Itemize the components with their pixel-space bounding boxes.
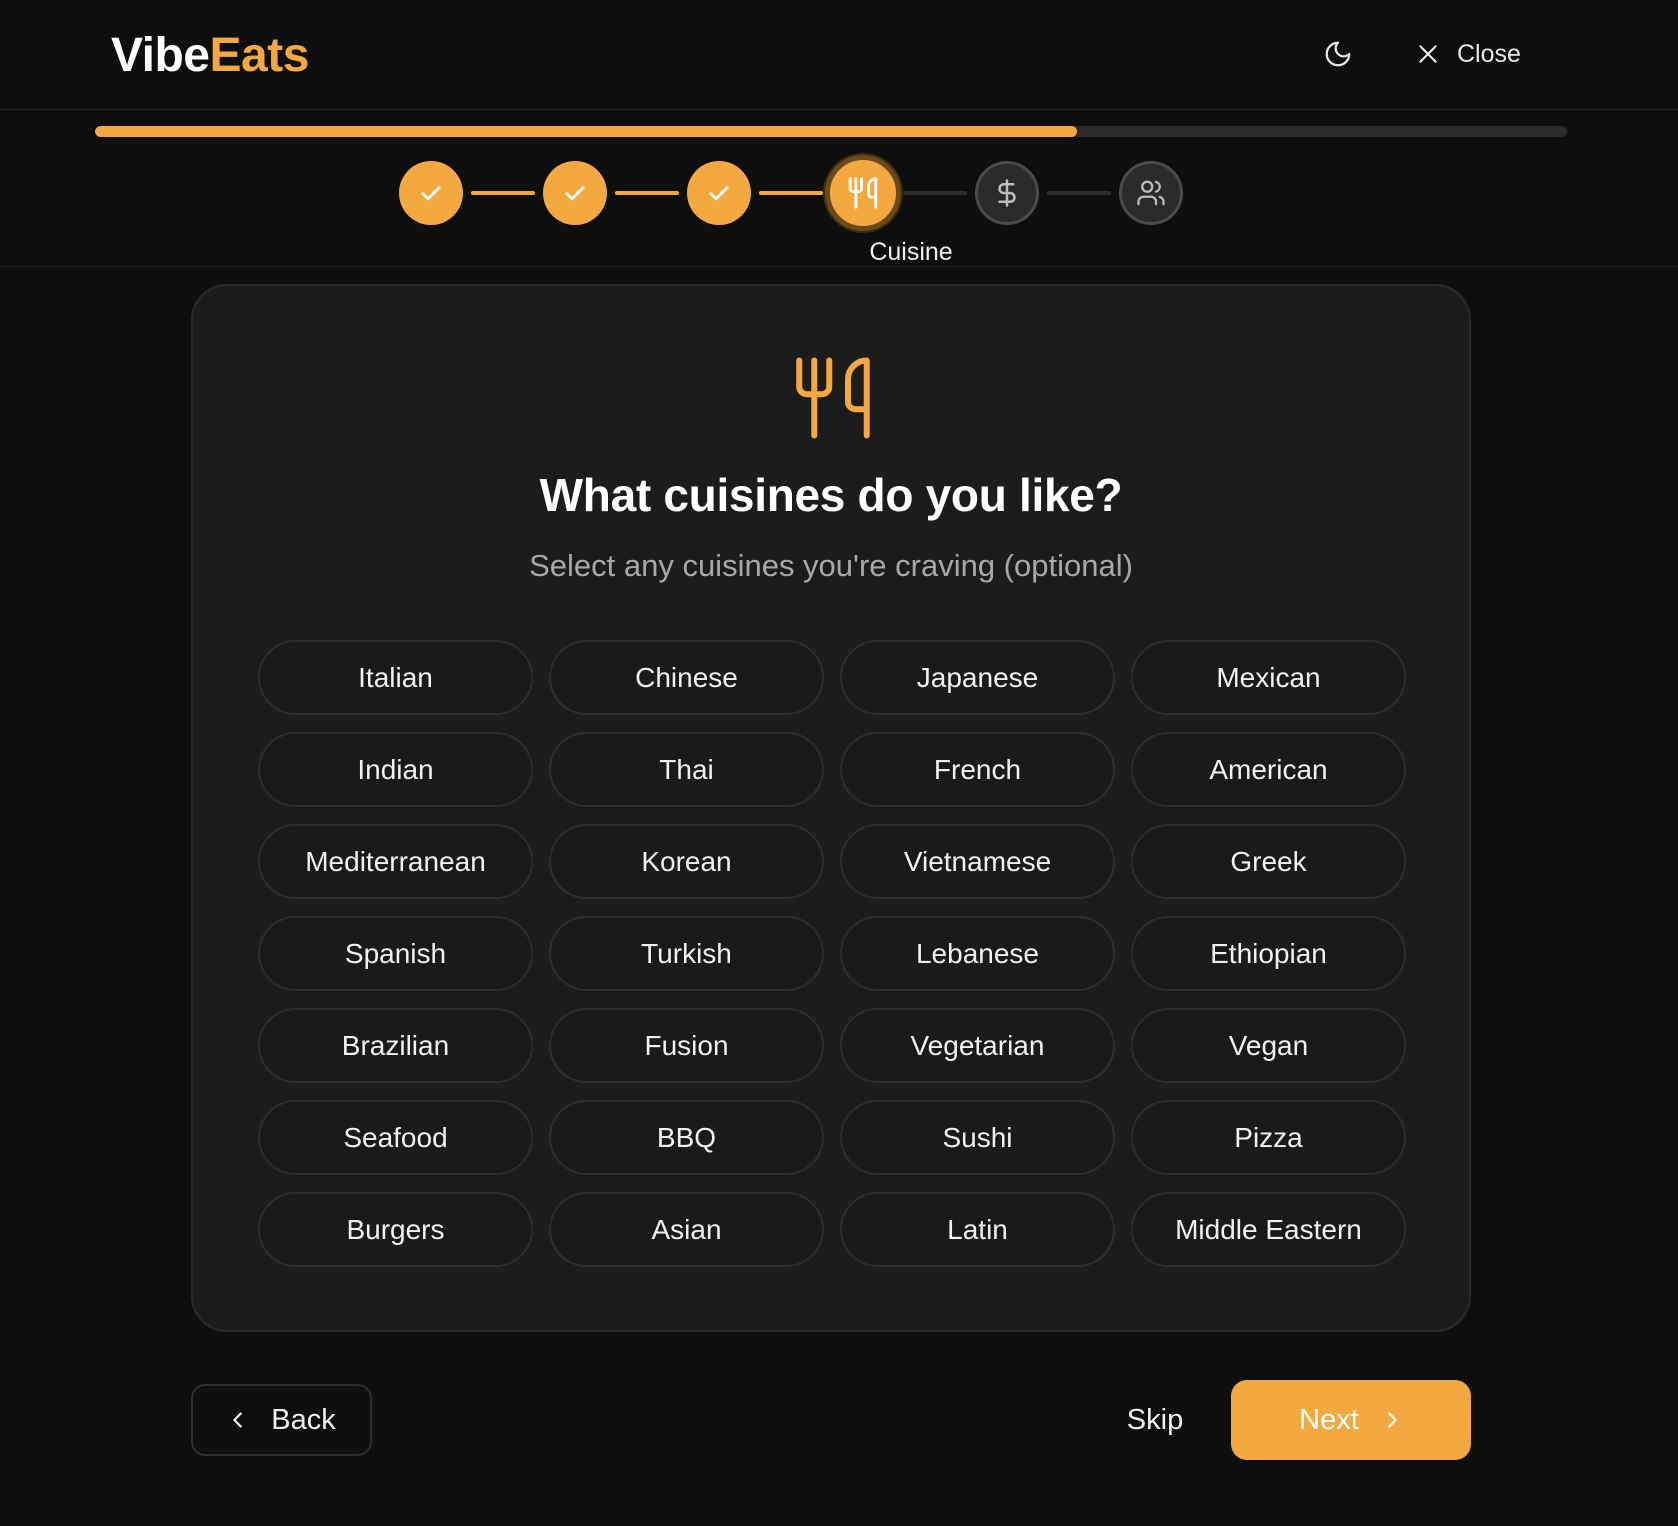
card-title: What cuisines do you like? [539,469,1123,521]
step-6-group[interactable] [1119,161,1183,225]
step-connector [471,191,535,195]
cuisine-option-lebanese[interactable]: Lebanese [840,916,1115,991]
check-icon [565,186,585,201]
step-3-completed[interactable] [687,161,751,225]
cuisine-option-seafood[interactable]: Seafood [258,1100,533,1175]
progress-bar [95,126,1567,137]
step-connector [759,191,823,195]
cuisine-option-chinese[interactable]: Chinese [549,640,824,715]
current-step-label: Cuisine [869,238,953,266]
progress-bar-fill [95,126,1077,137]
skip-button[interactable]: Skip [1110,1384,1200,1456]
cuisine-option-burgers[interactable]: Burgers [258,1192,533,1267]
logo-text-eats: Eats [209,29,310,82]
close-icon [1419,45,1437,63]
step-5-budget[interactable] [975,161,1039,225]
close-button[interactable]: Close [1415,34,1521,74]
dollar-icon [998,179,1016,207]
users-icon [1137,180,1165,206]
cuisine-option-spanish[interactable]: Spanish [258,916,533,991]
cuisine-option-mexican[interactable]: Mexican [1131,640,1406,715]
back-label: Back [271,1403,336,1436]
chevron-left-icon [233,1412,243,1428]
step-connector [1047,191,1111,195]
app-header: VibeEats Close [0,0,1678,110]
card-subtitle: Select any cuisines you're craving (opti… [529,548,1133,583]
cuisine-option-greek[interactable]: Greek [1131,824,1406,899]
cuisine-option-american[interactable]: American [1131,732,1406,807]
cuisine-option-pizza[interactable]: Pizza [1131,1100,1406,1175]
cuisine-option-turkish[interactable]: Turkish [549,916,824,991]
cuisine-option-bbq[interactable]: BBQ [549,1100,824,1175]
cuisine-option-brazilian[interactable]: Brazilian [258,1008,533,1083]
cuisine-option-indian[interactable]: Indian [258,732,533,807]
app-logo[interactable]: VibeEats [111,26,309,86]
cuisine-option-japanese[interactable]: Japanese [840,640,1115,715]
cuisine-option-vietnamese[interactable]: Vietnamese [840,824,1115,899]
step-2-completed[interactable] [543,161,607,225]
next-button[interactable]: Next [1231,1380,1471,1460]
cuisine-option-latin[interactable]: Latin [840,1192,1115,1267]
cuisine-option-mediterranean[interactable]: Mediterranean [258,824,533,899]
cuisine-option-vegetarian[interactable]: Vegetarian [840,1008,1115,1083]
stepper [399,155,1183,231]
logo-text-vibe: Vibe [111,29,210,82]
moon-icon [1325,41,1351,67]
progress-section: Cuisine [0,110,1678,267]
cuisine-option-thai[interactable]: Thai [549,732,824,807]
cuisine-option-fusion[interactable]: Fusion [549,1008,824,1083]
check-icon [421,186,441,201]
cuisine-option-asian[interactable]: Asian [549,1192,824,1267]
step-connector [615,191,679,195]
back-button[interactable]: Back [191,1384,372,1456]
cuisine-option-ethiopian[interactable]: Ethiopian [1131,916,1406,991]
step-1-completed[interactable] [399,161,463,225]
step-connector [903,191,967,195]
step-4-cuisine-active[interactable] [825,155,901,231]
cuisine-option-french[interactable]: French [840,732,1115,807]
cuisine-option-korean[interactable]: Korean [549,824,824,899]
cuisine-option-middle-eastern[interactable]: Middle Eastern [1131,1192,1406,1267]
cuisine-option-vegan[interactable]: Vegan [1131,1008,1406,1083]
chevron-right-icon [1387,1412,1397,1428]
cuisine-option-italian[interactable]: Italian [258,640,533,715]
utensils-icon [848,177,878,209]
cuisine-options-grid: Italian Chinese Japanese Mexican Indian Thai F… [258,640,1406,1267]
cuisine-option-sushi[interactable]: Sushi [840,1100,1115,1175]
close-label: Close [1457,39,1521,68]
next-label: Next [1299,1403,1359,1436]
check-icon [709,186,729,201]
cuisine-selection-card: What cuisines do you like? Select any cu… [191,284,1471,1332]
theme-toggle-button[interactable] [1320,36,1356,72]
utensils-icon [796,357,870,439]
